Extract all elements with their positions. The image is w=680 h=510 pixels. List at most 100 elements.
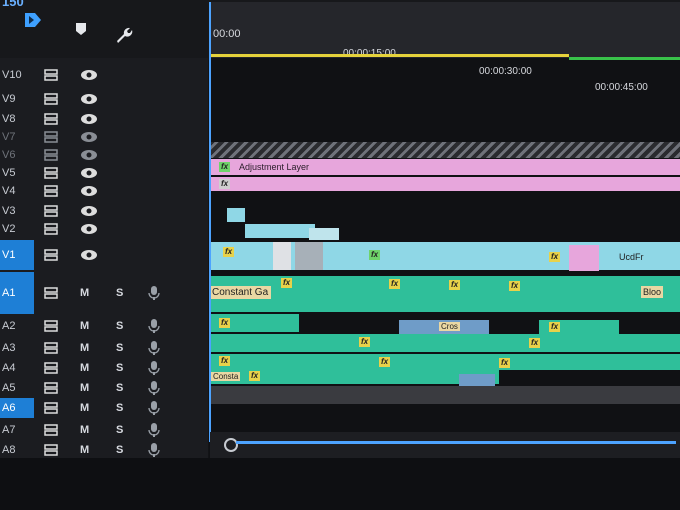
eye-icon[interactable] <box>80 205 98 217</box>
timeline-area[interactable]: 00:00 00:00:15:00 00:00:30:00 00:00:45:0… <box>209 2 680 502</box>
eye-icon[interactable] <box>80 149 98 161</box>
solo-button[interactable]: S <box>116 287 123 299</box>
mic-icon[interactable] <box>148 285 160 301</box>
mute-button[interactable]: M <box>80 424 89 436</box>
sync-lock-icon[interactable] <box>44 362 60 374</box>
adjustment-layer-clip[interactable]: fx Adjustment Layer <box>209 159 680 175</box>
track-label[interactable]: A2 <box>0 316 34 336</box>
sync-lock-icon[interactable] <box>44 205 60 217</box>
a1-audio-strip[interactable]: Constant Ga fx fx fx fx Bloo <box>209 276 680 312</box>
video-clip[interactable] <box>245 224 315 238</box>
sync-lock-icon[interactable] <box>44 320 60 332</box>
eye-icon[interactable] <box>80 249 98 261</box>
mute-button[interactable]: M <box>80 320 89 332</box>
video-clip[interactable] <box>227 208 245 222</box>
mic-icon[interactable] <box>148 360 160 376</box>
audio-clip[interactable]: fx fx <box>209 334 680 352</box>
sync-lock-icon[interactable] <box>44 287 60 299</box>
sync-lock-icon[interactable] <box>44 249 60 261</box>
marker-icon[interactable] <box>70 18 92 40</box>
audio-track-header: A3 M S <box>0 338 208 358</box>
track-label[interactable]: A1 <box>0 272 34 314</box>
track-label[interactable]: A5 <box>0 378 34 398</box>
mute-button[interactable]: M <box>80 287 89 299</box>
track-label[interactable]: V10 <box>0 66 34 84</box>
track-label[interactable]: V1 <box>0 240 34 270</box>
eye-icon[interactable] <box>80 167 98 179</box>
track-label[interactable]: V5 <box>0 164 34 182</box>
mic-icon[interactable] <box>148 340 160 356</box>
track-label[interactable]: A6 <box>0 398 34 418</box>
sync-lock-icon[interactable] <box>44 93 60 105</box>
solo-button[interactable]: S <box>116 444 123 456</box>
mic-icon[interactable] <box>148 318 160 334</box>
mute-button[interactable]: M <box>80 382 89 394</box>
track-label[interactable]: V7 <box>0 128 34 146</box>
solo-button[interactable]: S <box>116 362 123 374</box>
track-label[interactable]: V4 <box>0 182 34 200</box>
eye-icon[interactable] <box>80 113 98 125</box>
audio-clip[interactable]: Cros <box>399 320 489 334</box>
sync-lock-icon[interactable] <box>44 223 60 235</box>
video-track-header: V4 <box>0 182 208 200</box>
wrench-icon[interactable] <box>112 24 134 46</box>
solo-button[interactable]: S <box>116 342 123 354</box>
sync-lock-icon[interactable] <box>44 444 60 456</box>
sync-lock-icon[interactable] <box>44 342 60 354</box>
timeline-scrollbar[interactable] <box>210 432 680 458</box>
sync-lock-icon[interactable] <box>44 382 60 394</box>
sync-lock-icon[interactable] <box>44 424 60 436</box>
fx-badge: fx <box>223 247 235 257</box>
eye-icon[interactable] <box>80 131 98 143</box>
audio-clip[interactable]: fx <box>539 320 619 334</box>
solo-button[interactable]: S <box>116 424 123 436</box>
sync-lock-icon[interactable] <box>44 149 60 161</box>
fx-badge: fx <box>379 357 391 367</box>
time-ruler[interactable]: 00:00 00:00:15:00 00:00:30:00 00:00:45:0… <box>209 2 680 93</box>
sync-lock-icon[interactable] <box>44 113 60 125</box>
work-area-bar[interactable] <box>209 54 569 57</box>
track-label[interactable]: V3 <box>0 202 34 220</box>
pink-clip[interactable]: fx <box>209 177 680 191</box>
track-label[interactable]: A4 <box>0 358 34 378</box>
video-clip[interactable] <box>295 242 323 270</box>
sync-lock-icon[interactable] <box>44 131 60 143</box>
track-label[interactable]: V2 <box>0 220 34 238</box>
sync-lock-icon[interactable] <box>44 69 60 81</box>
snap-icon[interactable] <box>22 9 44 31</box>
mic-icon[interactable] <box>148 442 160 458</box>
audio-clip[interactable]: Consta fx <box>209 370 499 384</box>
track-label[interactable]: V8 <box>0 110 34 128</box>
scrollbar-track[interactable] <box>236 441 676 444</box>
sync-lock-icon[interactable] <box>44 402 60 414</box>
audio-clip[interactable] <box>459 374 495 386</box>
sync-lock-icon[interactable] <box>44 185 60 197</box>
mic-icon[interactable] <box>148 400 160 416</box>
track-label[interactable]: V9 <box>0 90 34 108</box>
mic-icon[interactable] <box>148 422 160 438</box>
solo-button[interactable]: S <box>116 402 123 414</box>
mute-button[interactable]: M <box>80 362 89 374</box>
video-clip[interactable] <box>273 242 291 270</box>
pink-clip[interactable] <box>569 245 599 271</box>
video-clip[interactable] <box>309 228 339 240</box>
eye-icon[interactable] <box>80 93 98 105</box>
eye-icon[interactable] <box>80 69 98 81</box>
mic-icon[interactable] <box>148 380 160 396</box>
audio-clip[interactable]: fx <box>209 314 299 332</box>
playhead[interactable] <box>209 2 211 442</box>
solo-button[interactable]: S <box>116 320 123 332</box>
track-label[interactable]: V6 <box>0 146 34 164</box>
eye-icon[interactable] <box>80 223 98 235</box>
eye-icon[interactable] <box>80 185 98 197</box>
mute-button[interactable]: M <box>80 444 89 456</box>
audio-track-header: A7 M S <box>0 420 208 440</box>
track-label[interactable]: A7 <box>0 420 34 440</box>
mute-button[interactable]: M <box>80 342 89 354</box>
audio-clip[interactable]: fx fx fx <box>209 354 680 370</box>
sync-lock-icon[interactable] <box>44 167 60 179</box>
solo-button[interactable]: S <box>116 382 123 394</box>
track-label[interactable]: A3 <box>0 338 34 358</box>
mute-button[interactable]: M <box>80 402 89 414</box>
track-label[interactable]: A8 <box>0 440 34 460</box>
